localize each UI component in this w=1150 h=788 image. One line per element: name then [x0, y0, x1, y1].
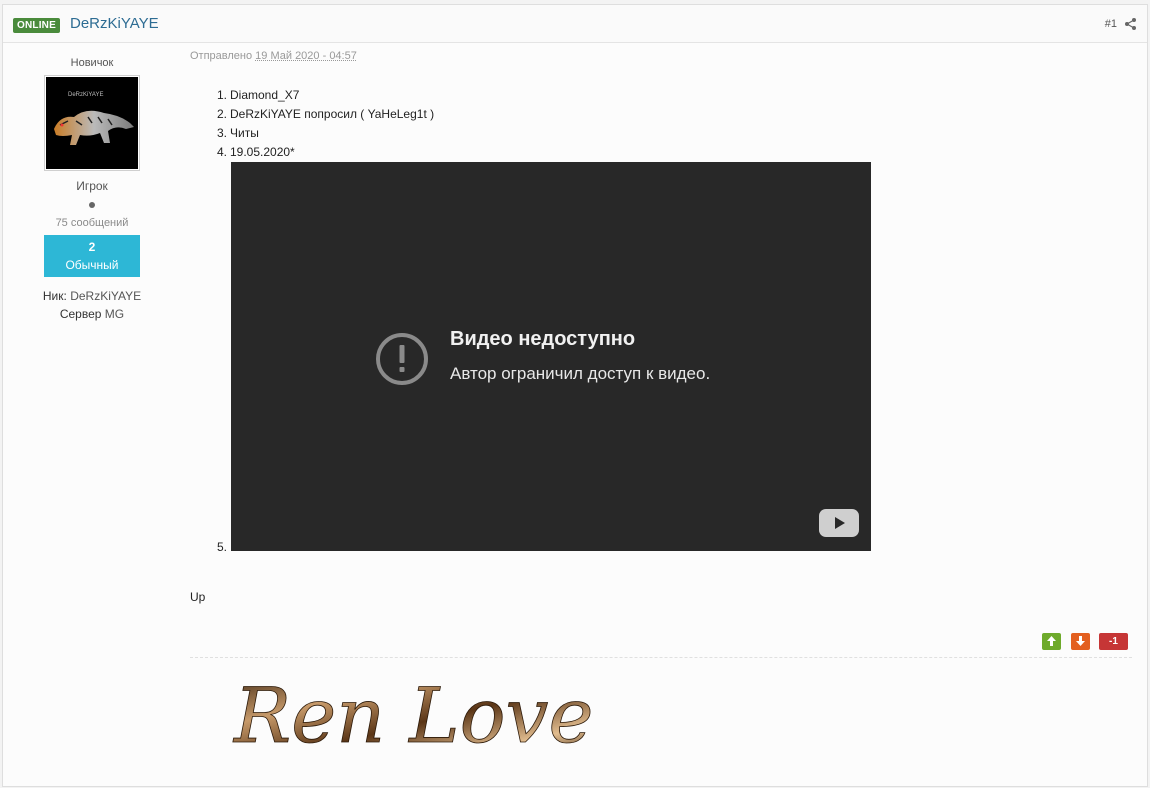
server-key: Сервер [59, 307, 102, 321]
posted-prefix: Отправлено [190, 50, 253, 62]
nick-field: Ник: DeRzKiYAYE [38, 287, 146, 305]
share-icon[interactable] [1125, 18, 1136, 30]
vote-down-button[interactable] [1071, 633, 1090, 650]
nick-key: Ник: [42, 289, 67, 303]
list-item: 1. Diamond_X7 [217, 88, 300, 102]
tiger-image [54, 110, 134, 145]
status-dot [89, 202, 95, 208]
video-subtitle: Автор ограничил доступ к видео. [450, 364, 711, 383]
post-number-link[interactable]: #1 [1105, 18, 1117, 30]
list-item: 3. Читы [217, 126, 259, 140]
posted-meta: Отправлено 19 Май 2020 - 04:57 [190, 50, 357, 62]
arrow-up-icon [1047, 636, 1056, 647]
avatar-image: DeRzKiYAYE [46, 77, 138, 169]
posted-date[interactable]: 19 Май 2020 - 04:57 [255, 50, 357, 62]
profile-fields: Ник: DeRzKiYAYE Сервер MG [38, 287, 146, 323]
alert-icon [376, 333, 428, 385]
online-status-badge: ONLINE [13, 18, 60, 33]
list-item: 2. DeRzKiYAYE попросил ( YaHeLeg1t ) [217, 107, 435, 121]
server-field: Сервер MG [38, 305, 146, 323]
author-sidebar: Новичок DeRzKiYAYE Игрок 75 сообщений 2 [38, 54, 146, 323]
list-item-5-number: 5. [217, 540, 228, 554]
signature-divider [190, 657, 1132, 658]
user-rank: Новичок [70, 57, 114, 69]
post-list: 1. Diamond_X7 2. DeRzKiYAYE попросил ( YaH… [190, 86, 434, 162]
reputation-value: 2 [88, 240, 96, 254]
avatar-caption: DeRzKiYAYE [68, 92, 104, 98]
reputation-count: -1 [1099, 633, 1128, 650]
nick-value: DeRzKiYAYE [70, 289, 142, 303]
arrow-down-icon [1076, 636, 1085, 647]
user-group: Игрок [76, 179, 108, 193]
reputation-label: Обычный [65, 258, 119, 272]
post-header: ONLINE DeRzKiYAYE #1 [3, 5, 1147, 43]
list-item: 4. 19.05.2020* [217, 145, 295, 159]
reputation-badge: 2 Обычный [44, 235, 140, 277]
youtube-logo-icon[interactable] [819, 509, 859, 537]
embedded-video-player[interactable]: Видео недоступно Автор ограничил доступ … [231, 162, 871, 551]
avatar[interactable]: DeRzKiYAYE [44, 75, 140, 171]
video-title: Видео недоступно [450, 328, 636, 350]
server-value: MG [104, 307, 125, 321]
svg-text:Ren Love: Ren Love [232, 671, 593, 758]
vote-up-button[interactable] [1042, 633, 1061, 650]
author-name-link[interactable]: DeRzKiYAYE [70, 15, 159, 32]
post-body-text: Up [190, 590, 206, 604]
signature-image: Ren Love [232, 671, 594, 758]
posts-count: 75 сообщений [55, 217, 129, 229]
